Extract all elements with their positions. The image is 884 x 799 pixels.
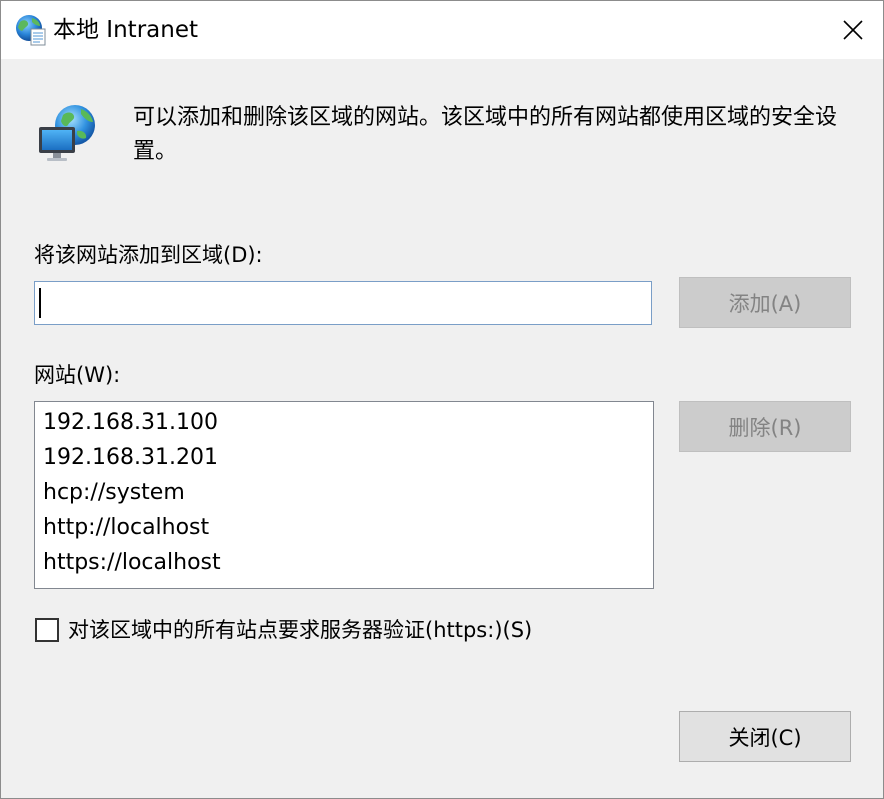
- require-https-checkbox[interactable]: [35, 618, 59, 642]
- add-site-label: 将该网站添加到区域(D):: [34, 243, 263, 267]
- list-item[interactable]: http://localhost: [35, 510, 653, 545]
- zone-description: 可以添加和删除该区域的网站。该区域中的所有网站都使用区域的安全设置。: [133, 105, 838, 164]
- require-https-label[interactable]: 对该区域中的所有站点要求服务器验证(https:)(S): [68, 615, 532, 645]
- title-bar[interactable]: 本地 Intranet: [1, 1, 883, 59]
- close-icon: [843, 20, 863, 40]
- remove-button[interactable]: 删除(R): [679, 401, 851, 452]
- list-item[interactable]: 192.168.31.201: [35, 440, 653, 475]
- window-title: 本地 Intranet: [53, 17, 198, 43]
- websites-list[interactable]: 192.168.31.100 192.168.31.201 hcp://syst…: [34, 401, 654, 589]
- add-site-input[interactable]: [34, 281, 652, 325]
- list-item[interactable]: 192.168.31.100: [35, 405, 653, 440]
- globe-document-icon: [16, 15, 46, 46]
- close-window-button[interactable]: [823, 1, 883, 59]
- websites-label: 网站(W):: [34, 363, 121, 387]
- intranet-monitor-globe-icon: [39, 105, 95, 161]
- close-button[interactable]: 关闭(C): [679, 711, 851, 762]
- text-caret: [39, 288, 41, 318]
- add-button[interactable]: 添加(A): [679, 277, 851, 328]
- list-item[interactable]: hcp://system: [35, 475, 653, 510]
- dialog-window: 本地 Intranet 可以添加和删除该区域的网站。该区域中的所有网站都使用区域…: [0, 0, 884, 799]
- list-item[interactable]: https://localhost: [35, 545, 653, 580]
